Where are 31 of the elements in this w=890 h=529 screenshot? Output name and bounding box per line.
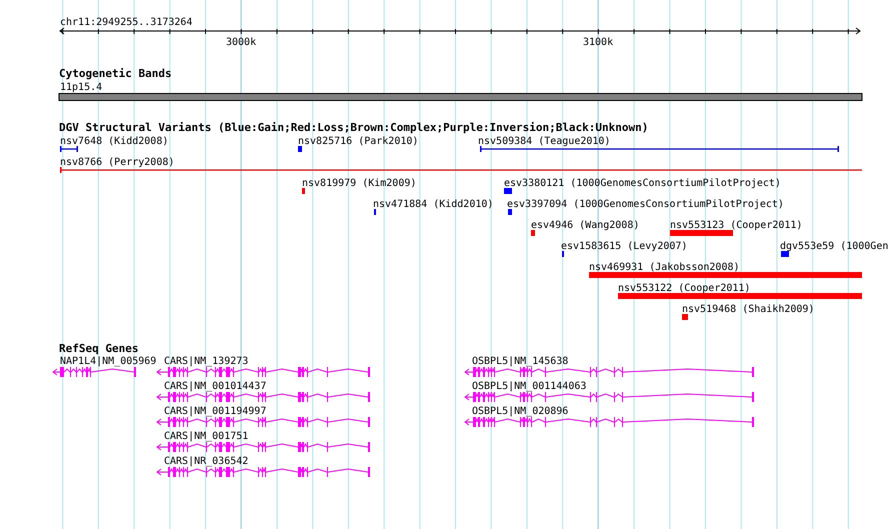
gene-label: CARS|NM_001194997: [164, 406, 266, 417]
variant-label: nsv469931 (Jakobsson2008): [589, 262, 740, 273]
variant-label: esv1583615 (Levy2007): [561, 241, 688, 252]
variant-label: esv3397094 (1000GenomesConsortiumPilotProject): [507, 199, 784, 210]
gene-label: CARS|NM_001014437: [164, 381, 266, 392]
variant-label: nsv471884 (Kidd2010): [373, 199, 494, 210]
variant-label: dgv553e59 (1000Gen: [780, 241, 888, 252]
track-title: DGV Structural Variants (Blue:Gain;Red:Loss;Brown:Complex;Purple:Inversion;Black:Unknown): [59, 121, 648, 134]
variant-label: nsv819979 (Kim2009): [302, 178, 416, 189]
tick-label: 3000k: [226, 37, 256, 48]
variant-label: nsv8766 (Perry2008): [60, 157, 174, 168]
track-title: RefSeq Genes: [59, 342, 138, 355]
variant-label: nsv519468 (Shaikh2009): [682, 304, 814, 315]
gene-label: CARS|NM_001751: [164, 431, 248, 442]
tick-label: 3100k: [583, 37, 614, 48]
variant-label: nsv825716 (Park2010): [298, 136, 418, 147]
gene-label: CARS|NR_036542: [164, 456, 248, 467]
band-label: 11p15.4: [60, 82, 102, 93]
region-label: chr11:2949255..3173264: [60, 17, 192, 28]
gene-label: OSBPL5|NM_020896: [472, 406, 568, 417]
gene-label: CARS|NM_139273: [164, 356, 248, 367]
variant-label: nsv553122 (Cooper2011): [618, 283, 750, 294]
variant-label: nsv509384 (Teague2010): [478, 136, 610, 147]
gene-label: OSBPL5|NM_145638: [472, 356, 568, 367]
variant-label: esv4946 (Wang2008): [531, 220, 640, 231]
variant-label: esv3380121 (1000GenomesConsortiumPilotProject): [504, 178, 781, 189]
variant-label: nsv553123 (Cooper2011): [670, 220, 802, 231]
gene-label: NAP1L4|NM_005969: [60, 356, 156, 367]
variant-label: nsv7648 (Kidd2008): [60, 136, 168, 147]
track-title: Cytogenetic Bands: [59, 67, 172, 80]
gene-label: OSBPL5|NM_001144063: [472, 381, 586, 392]
